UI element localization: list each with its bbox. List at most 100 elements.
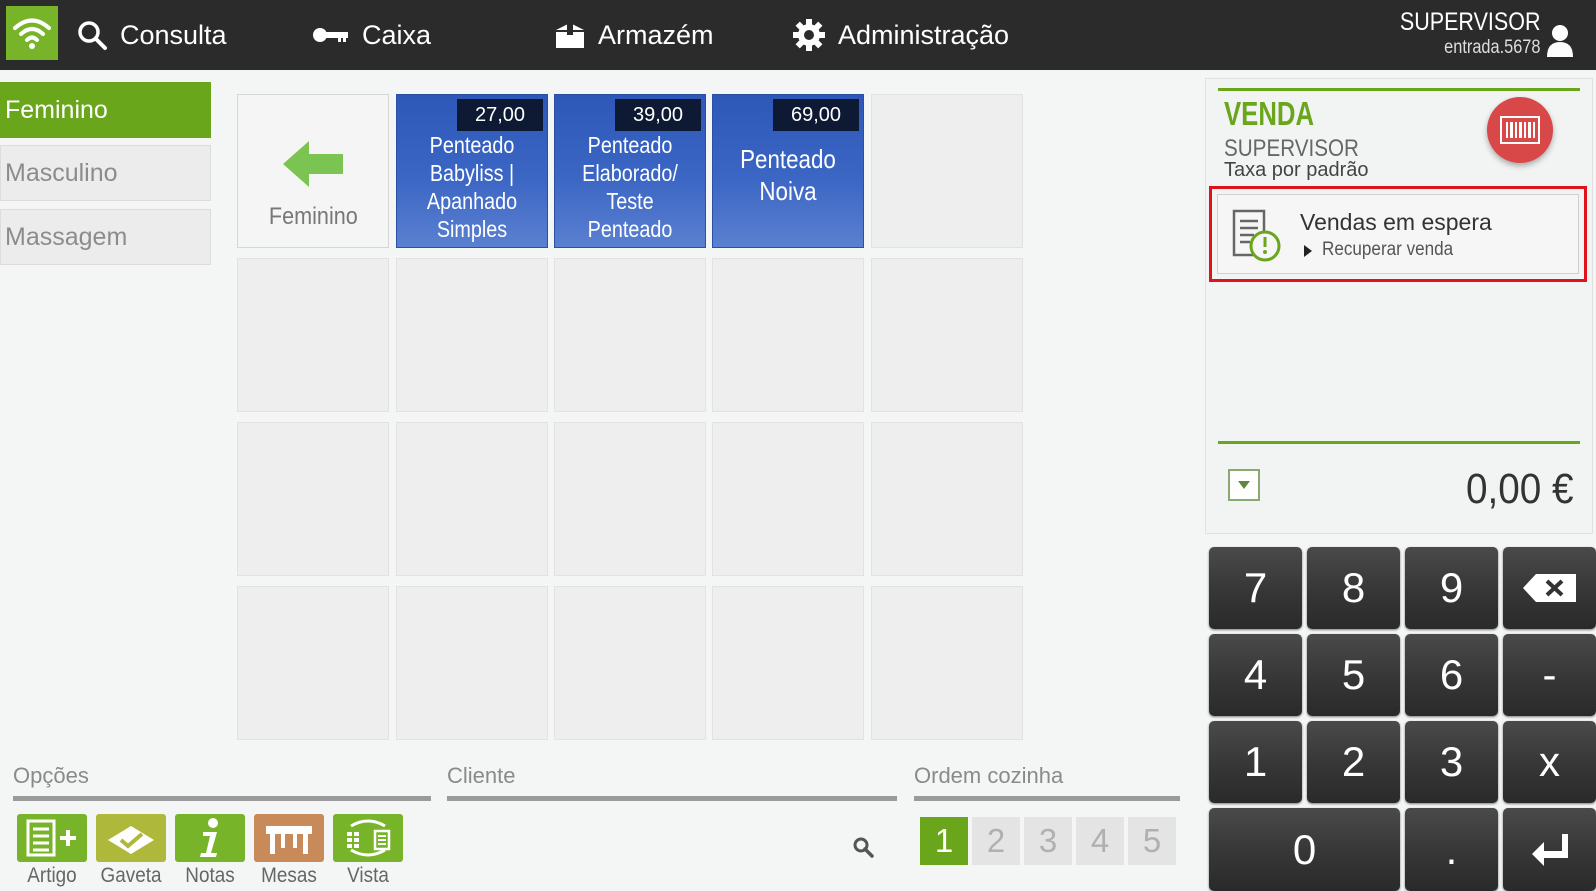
product-name: Penteado Noiva bbox=[740, 144, 836, 206]
client-divider bbox=[447, 796, 897, 801]
kitchen-order-3[interactable]: 3 bbox=[1024, 817, 1072, 865]
category-label: Massagem bbox=[5, 222, 128, 251]
kitchen-order-5[interactable]: 5 bbox=[1128, 817, 1176, 865]
product-tile[interactable]: 27,00 Penteado Babyliss | Apanhado Simpl… bbox=[396, 94, 548, 248]
product-tile[interactable]: 69,00 Penteado Noiva bbox=[712, 94, 864, 248]
back-button-label: Feminino bbox=[268, 203, 358, 230]
wifi-icon bbox=[13, 18, 51, 49]
kitchen-order-2[interactable]: 2 bbox=[972, 817, 1020, 865]
add-article-icon bbox=[26, 819, 76, 857]
table-icon bbox=[266, 826, 312, 854]
key-8[interactable]: 8 bbox=[1307, 547, 1400, 629]
nav-caixa-label: Caixa bbox=[362, 19, 432, 50]
option-label: Vista bbox=[347, 864, 389, 887]
key-icon bbox=[313, 28, 348, 42]
key-2[interactable]: 2 bbox=[1307, 721, 1400, 803]
total-divider bbox=[1218, 441, 1580, 444]
back-button[interactable]: Feminino bbox=[237, 94, 389, 248]
sale-title: VENDA bbox=[1224, 95, 1315, 132]
empty-product-slot bbox=[712, 258, 864, 412]
product-price: 27,00 bbox=[457, 99, 543, 131]
key-backspace[interactable] bbox=[1503, 547, 1596, 629]
nav-armazem[interactable]: Armazém bbox=[554, 0, 714, 70]
key-5[interactable]: 5 bbox=[1307, 634, 1400, 716]
empty-product-slot bbox=[712, 422, 864, 576]
option-label: Notas bbox=[185, 864, 235, 887]
empty-product-slot bbox=[396, 258, 548, 412]
key-3[interactable]: 3 bbox=[1405, 721, 1498, 803]
option-mesas-button[interactable]: Mesas bbox=[254, 814, 324, 888]
barcode-icon bbox=[1500, 116, 1540, 144]
option-label: Mesas bbox=[261, 864, 317, 887]
empty-product-slot bbox=[237, 586, 389, 740]
held-sales-title: Vendas em espera bbox=[1300, 209, 1492, 235]
product-price: 39,00 bbox=[615, 99, 701, 131]
user-icon bbox=[1547, 25, 1573, 57]
key-multiply[interactable]: x bbox=[1503, 721, 1596, 803]
empty-product-slot bbox=[396, 586, 548, 740]
user-info[interactable]: SUPERVISOR entrada.5678 bbox=[1377, 8, 1574, 59]
option-icon-box bbox=[254, 814, 324, 862]
empty-product-slot bbox=[554, 422, 706, 576]
caret-right-icon bbox=[1304, 245, 1312, 257]
key-4[interactable]: 4 bbox=[1209, 634, 1302, 716]
key-enter[interactable] bbox=[1503, 808, 1596, 891]
sale-dropdown-button[interactable] bbox=[1228, 469, 1260, 501]
option-label: Gaveta bbox=[100, 864, 162, 887]
empty-product-slot bbox=[871, 586, 1023, 740]
client-search-button[interactable] bbox=[852, 836, 874, 863]
option-icon-box bbox=[175, 814, 245, 862]
option-artigo-button[interactable]: Artigo bbox=[17, 814, 87, 888]
key-decimal[interactable]: . bbox=[1405, 808, 1498, 891]
gear-icon bbox=[793, 19, 825, 51]
empty-product-slot bbox=[396, 422, 548, 576]
key-1[interactable]: 1 bbox=[1209, 721, 1302, 803]
kitchen-order-4[interactable]: 4 bbox=[1076, 817, 1124, 865]
product-name: Penteado Elaborado/ Teste Penteado bbox=[582, 132, 678, 242]
sale-tax[interactable]: Taxa por padrão bbox=[1224, 159, 1369, 182]
kitchen-divider bbox=[914, 796, 1180, 801]
drawer-icon bbox=[108, 826, 154, 854]
recover-sale-link[interactable]: Recuperar venda bbox=[1322, 239, 1453, 261]
top-bar: Consulta Caixa Armazém Administração SUP… bbox=[0, 0, 1596, 70]
sale-divider bbox=[1218, 88, 1580, 91]
empty-product-slot bbox=[871, 94, 1023, 248]
wifi-status-button[interactable] bbox=[6, 6, 58, 60]
product-name: Penteado Babyliss | Apanhado Simples bbox=[426, 132, 518, 242]
user-name: SUPERVISOR bbox=[1399, 8, 1540, 36]
nav-caixa[interactable]: Caixa bbox=[312, 0, 431, 70]
key-9[interactable]: 9 bbox=[1405, 547, 1498, 629]
option-gaveta-button[interactable]: Gaveta bbox=[96, 814, 166, 888]
key-0[interactable]: 0 bbox=[1209, 808, 1400, 891]
category-massagem[interactable]: Massagem bbox=[0, 209, 211, 265]
barcode-scan-button[interactable] bbox=[1487, 97, 1553, 163]
options-title: Opções bbox=[13, 763, 89, 788]
category-masculino[interactable]: Masculino bbox=[0, 145, 211, 201]
nav-armazem-label: Armazém bbox=[598, 19, 714, 50]
search-icon bbox=[78, 21, 107, 50]
empty-product-slot bbox=[237, 422, 389, 576]
empty-product-slot bbox=[871, 258, 1023, 412]
key-6[interactable]: 6 bbox=[1405, 634, 1498, 716]
key-7[interactable]: 7 bbox=[1209, 547, 1302, 629]
category-feminino[interactable]: Feminino bbox=[0, 82, 211, 138]
product-tile[interactable]: 39,00 Penteado Elaborado/ Teste Penteado bbox=[554, 94, 706, 248]
nav-consulta-label: Consulta bbox=[120, 19, 227, 50]
empty-product-slot bbox=[712, 586, 864, 740]
back-arrow-icon bbox=[283, 141, 343, 187]
held-sales-highlight: Vendas em espera Recuperar venda bbox=[1209, 186, 1587, 282]
empty-product-slot bbox=[237, 258, 389, 412]
empty-product-slot bbox=[871, 422, 1023, 576]
nav-administracao-label: Administração bbox=[838, 19, 1010, 50]
empty-product-slot bbox=[554, 586, 706, 740]
kitchen-order-1[interactable]: 1 bbox=[920, 817, 968, 865]
nav-administracao[interactable]: Administração bbox=[792, 0, 1009, 70]
info-icon bbox=[200, 818, 218, 857]
chevron-down-icon bbox=[1238, 481, 1250, 489]
nav-consulta[interactable]: Consulta bbox=[76, 0, 227, 70]
held-sales-button[interactable]: Vendas em espera Recuperar venda bbox=[1217, 194, 1579, 274]
option-vista-button[interactable]: Vista bbox=[333, 814, 403, 888]
option-notas-button[interactable]: Notas bbox=[175, 814, 245, 888]
category-label: Masculino bbox=[5, 158, 118, 187]
key-minus[interactable]: - bbox=[1503, 634, 1596, 716]
